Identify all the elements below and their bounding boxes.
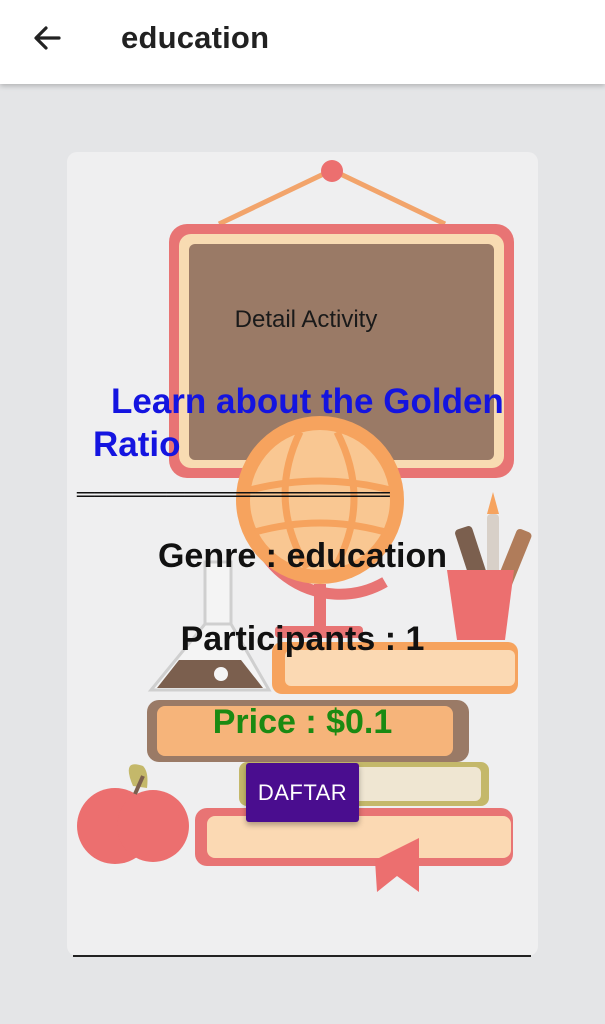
detail-activity-heading: Detail Activity: [234, 306, 378, 333]
participants-label: Participants : 1: [180, 620, 425, 658]
activity-card: Detail Activity Learn about the Golden R…: [67, 152, 538, 956]
card-bottom-line: [73, 955, 531, 957]
daftar-button[interactable]: DAFTAR: [246, 763, 359, 822]
page-title: education: [121, 20, 270, 55]
arrow-back-icon: [34, 26, 61, 50]
genre-label: Genre : education: [157, 537, 448, 575]
app-bar: education: [0, 0, 605, 84]
back-button[interactable]: [24, 18, 70, 58]
price-label: Price : $0.1: [212, 703, 393, 741]
activity-title: Learn about the Golden Ratio: [93, 382, 504, 464]
divider: ===================================: [76, 484, 391, 505]
